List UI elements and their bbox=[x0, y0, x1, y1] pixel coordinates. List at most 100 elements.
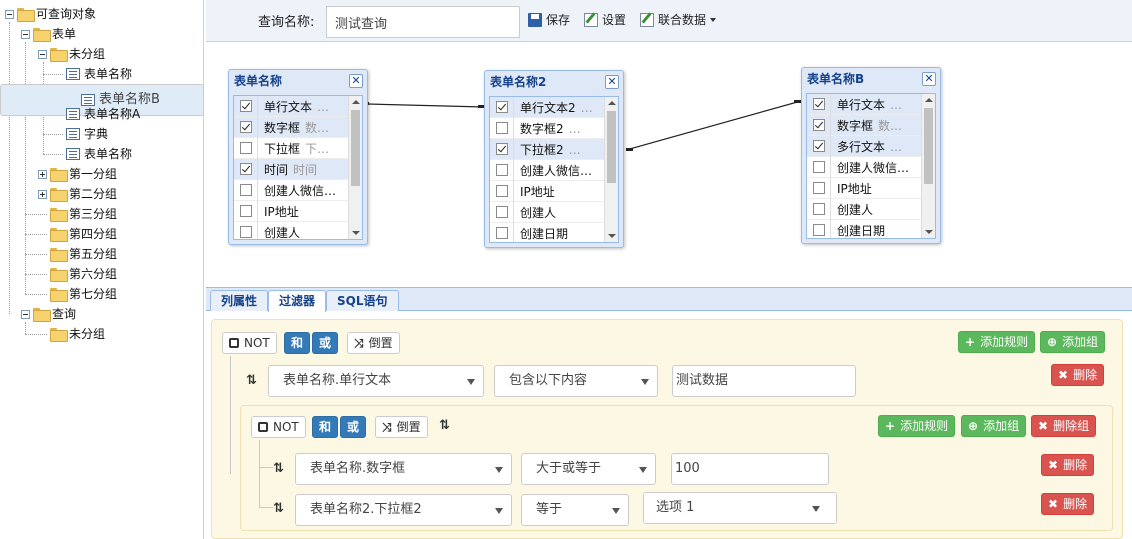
delete-rule-button[interactable]: ✖ 删除 bbox=[1051, 364, 1105, 386]
field-checkbox-cell[interactable] bbox=[490, 201, 514, 223]
scroll-thumb[interactable] bbox=[607, 111, 616, 183]
tree-node-group[interactable]: 第五分组 bbox=[50, 244, 117, 264]
scrollbar[interactable] bbox=[348, 96, 362, 239]
join-data-button[interactable]: 联合数据 bbox=[640, 11, 717, 28]
scroll-down-icon[interactable] bbox=[352, 231, 360, 235]
join-line[interactable] bbox=[625, 100, 802, 151]
close-icon[interactable]: ✕ bbox=[349, 74, 363, 88]
invert-button[interactable]: ⤨ 倒置 bbox=[375, 416, 428, 438]
checkbox-icon[interactable] bbox=[812, 161, 825, 173]
add-rule-button[interactable]: + 添加规则 bbox=[878, 415, 956, 437]
add-group-button[interactable]: ⊕ 添加组 bbox=[1040, 331, 1106, 353]
add-group-button[interactable]: ⊕ 添加组 bbox=[961, 415, 1027, 437]
checkbox-icon[interactable] bbox=[239, 163, 252, 175]
tree-node-group[interactable]: 第四分组 bbox=[50, 224, 117, 244]
field-checkbox-cell[interactable] bbox=[490, 117, 514, 139]
table-window-title[interactable]: 表单名称2 ✕ bbox=[485, 71, 623, 93]
tree-node-group[interactable]: 第七分组 bbox=[50, 284, 117, 304]
checkbox-icon[interactable] bbox=[495, 164, 508, 176]
field-checkbox-cell[interactable] bbox=[490, 222, 514, 242]
sort-icon[interactable]: ⇅ bbox=[439, 418, 450, 433]
field-row[interactable]: 创建人 bbox=[807, 198, 935, 220]
scroll-thumb[interactable] bbox=[351, 110, 360, 186]
expand-icon[interactable] bbox=[38, 169, 47, 179]
tree-node-group[interactable]: 第六分组 bbox=[50, 264, 117, 284]
checkbox-icon[interactable] bbox=[239, 205, 252, 217]
and-button[interactable]: 和 bbox=[284, 332, 311, 354]
field-checkbox-cell[interactable] bbox=[807, 198, 831, 220]
field-checkbox-cell[interactable] bbox=[234, 179, 258, 201]
field-checkbox-cell[interactable] bbox=[490, 180, 514, 202]
field-checkbox-cell[interactable] bbox=[234, 116, 258, 138]
field-row[interactable]: 数字框2… bbox=[490, 117, 618, 139]
value-select[interactable]: 选项 1 bbox=[643, 492, 837, 524]
table-window[interactable]: 表单名称 ✕ 单行文本 … 数字框 数… 下拉框 下… 时间 时间 创建人微信… IP地址 创建人 bbox=[228, 69, 368, 245]
field-row[interactable]: 数字框 数… bbox=[234, 116, 362, 138]
field-row[interactable]: 时间 时间 bbox=[234, 158, 362, 180]
tab-filter[interactable]: 过滤器 bbox=[268, 290, 327, 312]
checkbox-icon[interactable] bbox=[239, 226, 252, 238]
tree-node-ungrouped[interactable]: 未分组 bbox=[38, 44, 105, 64]
field-row[interactable]: IP地址 bbox=[490, 180, 618, 202]
field-checkbox-cell[interactable] bbox=[490, 138, 514, 160]
field-row[interactable]: 多行文本… bbox=[807, 135, 935, 157]
tree-node-group[interactable]: 第二分组 bbox=[38, 184, 117, 204]
tree-node-forms[interactable]: 表单 bbox=[21, 24, 76, 44]
field-row[interactable]: IP地址 bbox=[807, 177, 935, 199]
checkbox-icon[interactable] bbox=[812, 119, 825, 131]
field-select[interactable]: 表单名称.数字框 bbox=[295, 453, 512, 485]
collapse-icon[interactable] bbox=[5, 9, 14, 19]
field-row[interactable]: 创建人 bbox=[490, 201, 618, 223]
expand-icon[interactable] bbox=[38, 189, 47, 199]
sort-icon[interactable]: ⇅ bbox=[273, 461, 284, 476]
field-checkbox-cell[interactable] bbox=[807, 114, 831, 136]
tab-sql[interactable]: SQL语句 bbox=[326, 290, 399, 311]
tree-node-queries-ungrouped[interactable]: 未分组 bbox=[50, 324, 105, 344]
field-checkbox-cell[interactable] bbox=[234, 96, 258, 117]
checkbox-icon[interactable] bbox=[495, 101, 508, 113]
operator-select[interactable]: 包含以下内容 bbox=[494, 365, 658, 397]
checkbox-icon[interactable] bbox=[495, 227, 508, 239]
and-button[interactable]: 和 bbox=[312, 416, 339, 438]
scroll-thumb[interactable] bbox=[924, 108, 933, 184]
table-window-title[interactable]: 表单名称 ✕ bbox=[229, 70, 367, 92]
not-toggle[interactable]: NOT bbox=[222, 332, 277, 354]
field-row[interactable]: 单行文本2… bbox=[490, 97, 618, 118]
field-row[interactable]: 单行文本… bbox=[807, 94, 935, 115]
checkbox-icon[interactable] bbox=[239, 121, 252, 133]
field-checkbox-cell[interactable] bbox=[807, 135, 831, 157]
checkbox-icon[interactable] bbox=[239, 142, 252, 154]
field-row[interactable]: 创建人微信… bbox=[490, 159, 618, 181]
delete-group-button[interactable]: ✖ 删除组 bbox=[1031, 415, 1097, 437]
field-row[interactable]: 创建人 bbox=[234, 221, 362, 239]
close-icon[interactable]: ✕ bbox=[605, 75, 619, 89]
or-button[interactable]: 或 bbox=[340, 416, 367, 438]
checkbox-icon[interactable] bbox=[495, 206, 508, 218]
close-icon[interactable]: ✕ bbox=[922, 72, 936, 86]
checkbox-icon[interactable] bbox=[239, 100, 252, 112]
table-window[interactable]: 表单名称2 ✕ 单行文本2 … 数字框2 … 下拉框2 … 创建人微信… IP地址 创建人 创建日… bbox=[484, 70, 624, 248]
checkbox-icon[interactable] bbox=[812, 203, 825, 215]
checkbox-icon[interactable] bbox=[239, 184, 252, 196]
or-button[interactable]: 或 bbox=[312, 332, 339, 354]
checkbox-icon[interactable] bbox=[812, 182, 825, 194]
scrollbar[interactable] bbox=[921, 94, 935, 238]
collapse-icon[interactable] bbox=[21, 29, 30, 39]
tab-columns[interactable]: 列属性 bbox=[210, 290, 269, 311]
field-checkbox-cell[interactable] bbox=[807, 177, 831, 199]
not-toggle[interactable]: NOT bbox=[251, 416, 306, 438]
field-checkbox-cell[interactable] bbox=[234, 137, 258, 159]
delete-rule-button[interactable]: ✖ 删除 bbox=[1041, 493, 1095, 515]
scrollbar[interactable] bbox=[604, 97, 618, 242]
checkbox-icon[interactable] bbox=[812, 140, 825, 152]
field-row[interactable]: 创建日期 bbox=[807, 219, 935, 238]
scroll-down-icon[interactable] bbox=[925, 230, 933, 234]
checkbox-icon[interactable] bbox=[812, 224, 825, 236]
field-row[interactable]: 下拉框2… bbox=[490, 138, 618, 160]
field-checkbox-cell[interactable] bbox=[234, 158, 258, 180]
field-checkbox-cell[interactable] bbox=[490, 97, 514, 118]
tree-node-form[interactable]: 表单名称 bbox=[66, 64, 132, 84]
field-row[interactable]: 下拉框 下… bbox=[234, 137, 362, 159]
delete-rule-button[interactable]: ✖ 删除 bbox=[1041, 454, 1095, 476]
table-window-title[interactable]: 表单名称B ✕ bbox=[802, 68, 940, 90]
